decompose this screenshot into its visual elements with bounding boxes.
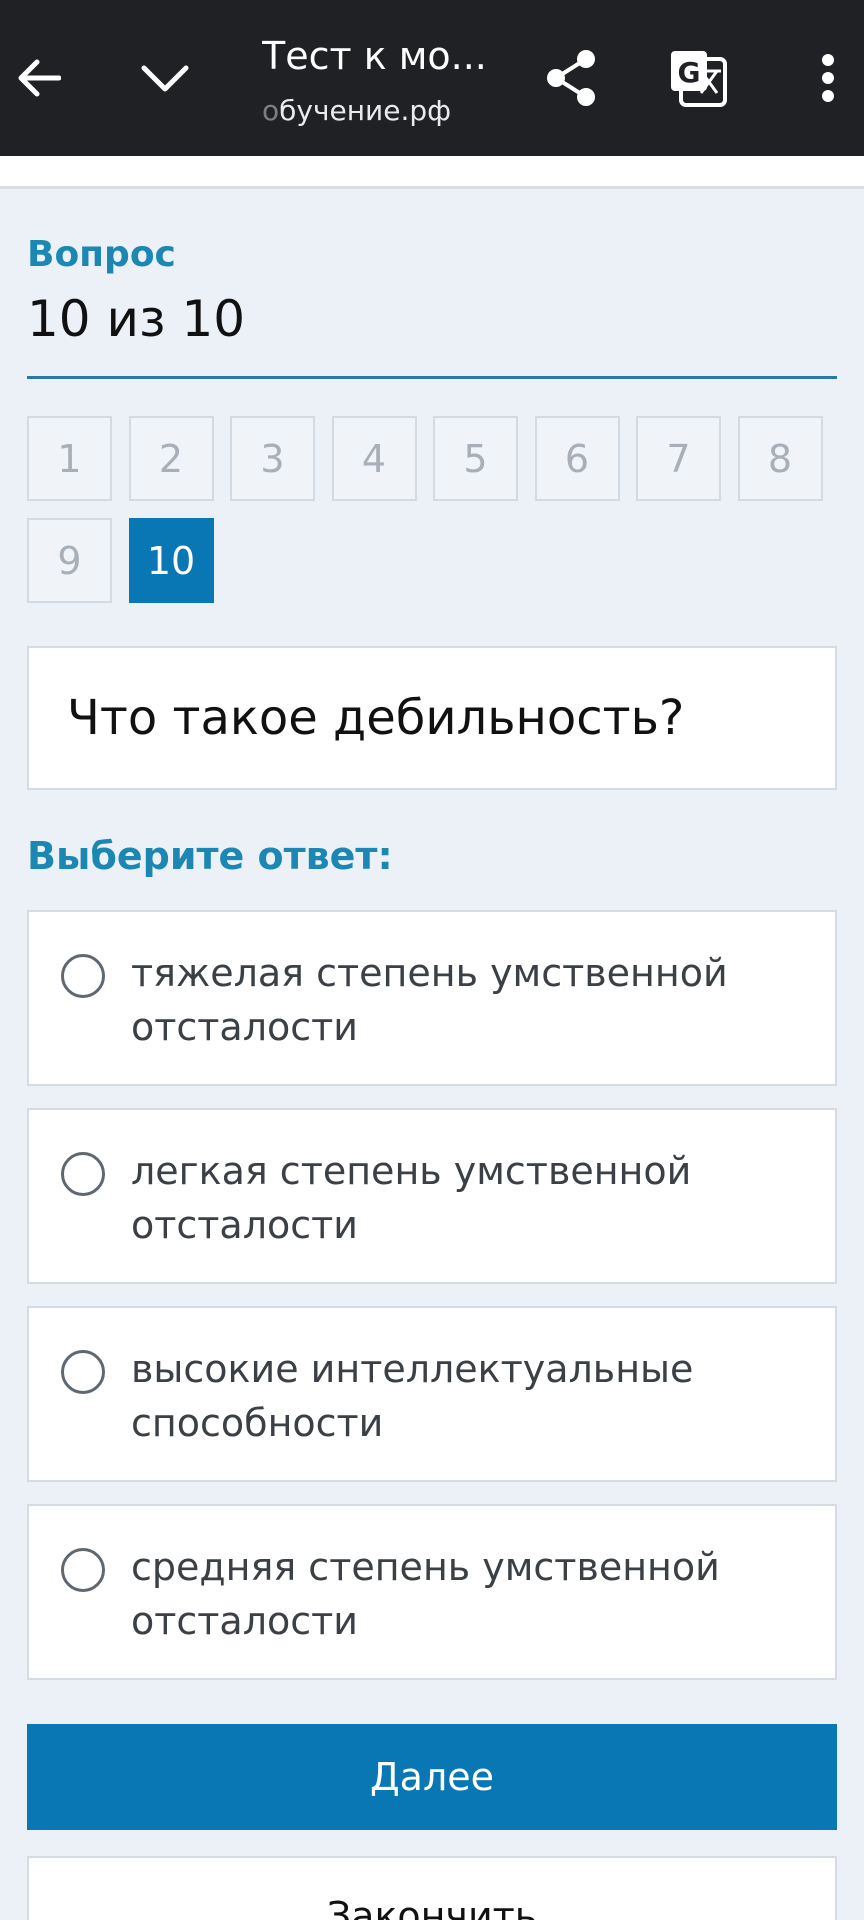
answer-option[interactable]: тяжелая степень умственной отсталости [27,910,837,1086]
page-url[interactable]: обучение.рф [262,94,492,127]
radio-button[interactable] [61,1350,105,1394]
answer-option[interactable]: средняя степень умственной отсталости [27,1504,837,1680]
next-button[interactable]: Далее [27,1724,837,1830]
url-faded-part: о [262,94,280,127]
finish-button[interactable]: Закончить [27,1856,837,1920]
google-translate-icon[interactable]: G [660,38,736,118]
answer-text: высокие интеллектуальные способности [131,1347,694,1445]
question-nav-9[interactable]: 9 [27,518,112,603]
radio-button[interactable] [61,1548,105,1592]
answer-text: легкая степень умственной отсталости [131,1149,692,1247]
more-vertical-icon[interactable] [800,38,856,118]
answer-text: тяжелая степень умственной отсталости [131,951,728,1049]
radio-button[interactable] [61,1152,105,1196]
svg-text:G: G [678,56,701,89]
question-nav-3[interactable]: 3 [230,416,315,501]
answer-option[interactable]: высокие интеллектуальные способности [27,1306,837,1482]
back-arrow-icon[interactable] [6,38,70,118]
url-text: бучение.рф [279,94,452,127]
chevron-down-icon[interactable] [130,38,200,118]
question-nav-6[interactable]: 6 [534,416,620,501]
page-title[interactable]: Тест к мо... [262,34,492,78]
answer-text: средняя степень умственной отсталости [131,1545,720,1643]
header-divider [27,376,837,379]
question-nav-1[interactable]: 1 [27,416,112,501]
content-top-divider [0,156,864,189]
question-nav-8[interactable]: 8 [737,416,823,501]
question-nav-4[interactable]: 4 [331,416,417,501]
share-icon[interactable] [536,38,606,118]
choose-answer-label: Выберите ответ: [27,834,393,878]
answer-option[interactable]: легкая степень умственной отсталости [27,1108,837,1284]
question-nav-2[interactable]: 2 [128,416,214,501]
question-nav-5[interactable]: 5 [433,416,518,501]
question-nav-10[interactable]: 10 [128,518,214,603]
radio-button[interactable] [61,954,105,998]
question-label: Вопрос [27,234,176,275]
question-counter: 10 из 10 [27,290,246,348]
question-nav-7[interactable]: 7 [636,416,721,501]
browser-toolbar: Тест к мо... обучение.рф G [0,0,864,156]
question-text: Что такое дебильность? [27,646,837,790]
